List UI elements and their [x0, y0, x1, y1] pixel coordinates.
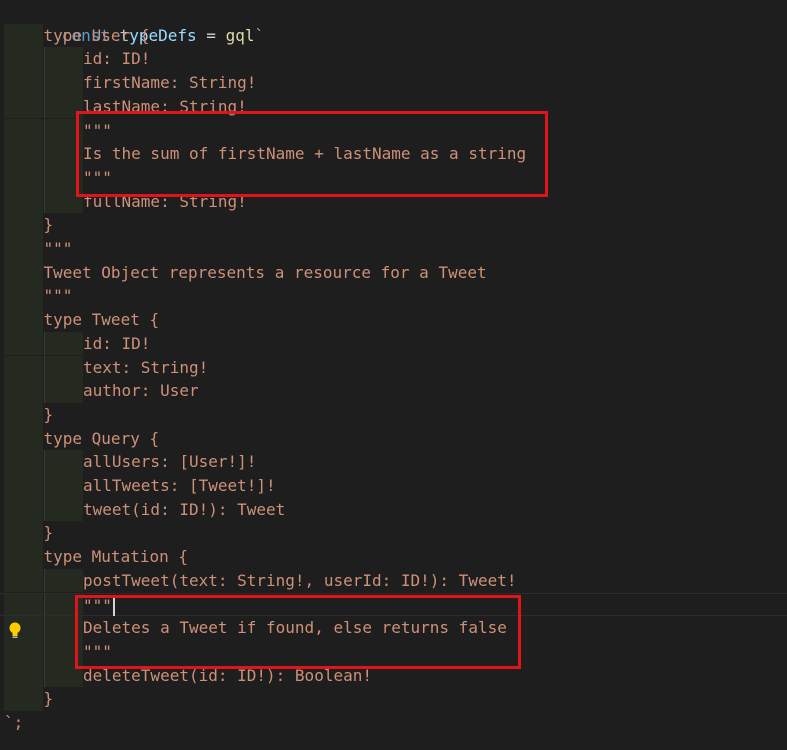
indent-guide — [4, 545, 43, 569]
code-text: Tweet Object represents a resource for a… — [43, 262, 487, 282]
indent-guide — [4, 593, 43, 616]
indent-guide — [4, 687, 43, 711]
code-line[interactable]: postTweet(text: String!, userId: ID!): T… — [0, 568, 787, 593]
indent-guide — [4, 165, 43, 190]
code-line[interactable]: type Query { — [0, 426, 787, 451]
code-line[interactable]: type User { — [0, 23, 787, 48]
code-text: allTweets: [Tweet!]! — [83, 476, 276, 495]
indent-guide — [43, 331, 83, 356]
code-line[interactable]: id: ID! — [0, 331, 787, 356]
indent-guide — [4, 284, 43, 309]
indent-guide — [4, 23, 43, 48]
code-line[interactable]: """ — [0, 284, 787, 309]
indent-guide — [4, 379, 43, 403]
indent-guide — [43, 355, 83, 380]
indent-guide — [43, 379, 83, 403]
indent-guide — [43, 47, 83, 72]
indent-guide — [4, 94, 43, 119]
indent-guide — [4, 402, 43, 427]
lightbulb-icon[interactable] — [8, 622, 22, 640]
code-text: } — [43, 523, 54, 543]
indent-guide — [4, 237, 43, 261]
indent-guide — [43, 71, 83, 95]
code-line[interactable]: author: User — [0, 379, 787, 403]
indent-guide — [4, 260, 43, 285]
code-line[interactable]: } — [0, 213, 787, 237]
code-line[interactable]: const typeDefs = gql` — [0, 0, 787, 45]
highlight-box-user-description — [76, 111, 548, 197]
code-text: `; — [4, 713, 24, 732]
indent-guide — [43, 568, 83, 593]
code-text: id: ID! — [83, 49, 151, 69]
code-line[interactable]: type Tweet { — [0, 308, 787, 332]
code-text: type User { — [43, 25, 150, 45]
code-text: type Query { — [43, 428, 160, 448]
code-text: type Mutation { — [43, 547, 189, 567]
indent-guide — [4, 213, 43, 237]
indent-guide — [43, 474, 83, 498]
code-line[interactable]: } — [0, 402, 787, 427]
indent-guide — [4, 308, 43, 332]
indent-guide — [4, 497, 43, 522]
code-text: author: User — [83, 381, 199, 401]
code-editor[interactable]: const typeDefs = gql` type User { id: ID!… — [0, 0, 787, 750]
indent-guide — [4, 521, 43, 546]
code-line[interactable]: Tweet Object represents a resource for a… — [0, 260, 787, 285]
indent-guide — [4, 568, 43, 593]
code-text: } — [43, 215, 54, 235]
code-line[interactable]: `; — [0, 711, 787, 735]
code-text: """ — [43, 286, 73, 306]
code-text: id: ID! — [83, 333, 151, 353]
code-line[interactable]: id: ID! — [0, 47, 787, 72]
code-line[interactable]: allTweets: [Tweet!]! — [0, 474, 787, 498]
code-text: type Tweet { — [43, 310, 160, 330]
code-line[interactable]: allUsers: [User!]! — [0, 450, 787, 474]
indent-guide — [4, 118, 43, 143]
code-line[interactable]: tweet(id: ID!): Tweet — [0, 497, 787, 522]
highlight-box-mutation-description — [75, 595, 521, 669]
indent-guide — [4, 142, 43, 166]
code-text: firstName: String! — [83, 73, 257, 93]
indent-guide — [4, 71, 43, 95]
code-line[interactable]: } — [0, 521, 787, 546]
code-text: text: String! — [83, 357, 209, 377]
code-text: allUsers: [User!]! — [83, 452, 257, 472]
indent-guide — [43, 450, 83, 474]
indent-guide — [4, 474, 43, 498]
code-text: tweet(id: ID!): Tweet — [83, 499, 286, 519]
indent-guide — [4, 189, 43, 214]
code-line[interactable]: type Mutation { — [0, 545, 787, 569]
indent-guide — [4, 355, 43, 380]
indent-guide — [4, 331, 43, 356]
indent-guide — [4, 450, 43, 474]
code-line[interactable]: firstName: String! — [0, 71, 787, 95]
code-text: } — [43, 689, 54, 709]
code-line[interactable]: } — [0, 687, 787, 711]
indent-guide — [43, 497, 83, 522]
indent-guide — [4, 663, 43, 688]
code-line[interactable]: """ — [0, 237, 787, 261]
code-text: postTweet(text: String!, userId: ID!): T… — [83, 570, 517, 590]
indent-guide — [4, 47, 43, 72]
code-line[interactable]: text: String! — [0, 355, 787, 380]
indent-guide — [4, 639, 43, 664]
code-text: """ — [43, 239, 73, 258]
code-text: } — [43, 404, 54, 424]
indent-guide — [4, 426, 43, 451]
